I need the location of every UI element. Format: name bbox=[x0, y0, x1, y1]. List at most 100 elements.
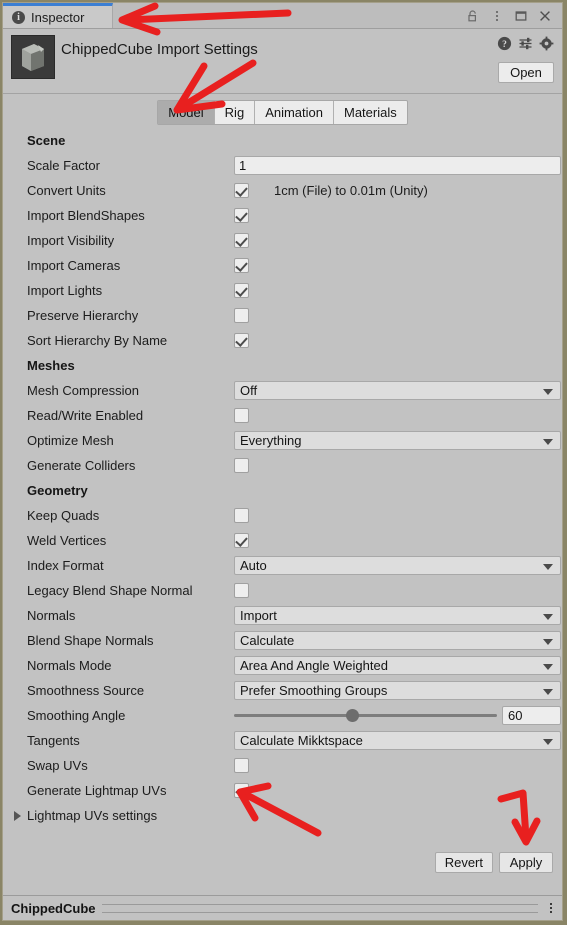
svg-text:?: ? bbox=[502, 40, 507, 50]
label-import-blendshapes: Import BlendShapes bbox=[27, 208, 145, 223]
tab-rig[interactable]: Rig bbox=[214, 100, 256, 124]
property-row: Preserve Hierarchy bbox=[3, 303, 562, 328]
checkbox-weld-vertices[interactable] bbox=[234, 533, 249, 548]
checkbox-legacy-blend-shape-normal[interactable] bbox=[234, 583, 249, 598]
dropdown-normals-mode[interactable]: Area And Angle Weighted bbox=[234, 656, 561, 675]
inspector-tab-label: Inspector bbox=[31, 9, 85, 25]
footer-buttons: Revert Apply bbox=[434, 852, 553, 873]
help-icon[interactable]: ? bbox=[497, 36, 512, 51]
checkbox-import-blendshapes[interactable] bbox=[234, 208, 249, 223]
label-optimize-mesh: Optimize Mesh bbox=[27, 433, 114, 448]
label-mesh-compression: Mesh Compression bbox=[27, 383, 139, 398]
label-import-lights: Import Lights bbox=[27, 283, 103, 298]
slider-track bbox=[234, 709, 497, 722]
checkbox-sort-hierarchy-by-name[interactable] bbox=[234, 333, 249, 348]
property-row: Normals Import bbox=[3, 603, 562, 628]
checkbox-generate-colliders[interactable] bbox=[234, 458, 249, 473]
model-settings-body: Scene Scale Factor 1 Convert Units 1cm (File… bbox=[3, 128, 562, 895]
property-row: Optimize Mesh Everything bbox=[3, 428, 562, 453]
asset-header: ChippedCube Import Settings ? Open bbox=[3, 29, 562, 94]
checkbox-preserve-hierarchy[interactable] bbox=[234, 308, 249, 323]
window-titlebar: i Inspector bbox=[3, 3, 562, 29]
dropdown-tangents[interactable]: Calculate Mikktspace bbox=[234, 731, 561, 750]
apply-button[interactable]: Apply bbox=[499, 852, 553, 873]
property-row: Normals Mode Area And Angle Weighted bbox=[3, 653, 562, 678]
section-heading-meshes: Meshes bbox=[27, 358, 75, 373]
dropdown-value: Everything bbox=[240, 433, 302, 448]
dropdown-index-format[interactable]: Auto bbox=[234, 556, 561, 575]
checkbox-generate-lightmap-uvs[interactable] bbox=[234, 783, 249, 798]
property-row: Read/Write Enabled bbox=[3, 403, 562, 428]
property-row: Blend Shape Normals Calculate bbox=[3, 628, 562, 653]
close-icon[interactable] bbox=[534, 5, 555, 26]
dropdown-value: Area And Angle Weighted bbox=[240, 658, 388, 673]
slider-knob[interactable] bbox=[345, 709, 359, 722]
checkbox-read-write-enabled[interactable] bbox=[234, 408, 249, 423]
slider-smoothing-angle[interactable] bbox=[234, 706, 497, 725]
maximize-icon[interactable] bbox=[510, 5, 531, 26]
inspector-tab[interactable]: i Inspector bbox=[3, 3, 113, 28]
checkbox-keep-quads[interactable] bbox=[234, 508, 249, 523]
property-row: Smoothness Source Prefer Smoothing Groups bbox=[3, 678, 562, 703]
dropdown-value: Auto bbox=[240, 558, 267, 573]
checkbox-import-visibility[interactable] bbox=[234, 233, 249, 248]
dropdown-normals[interactable]: Import bbox=[234, 606, 561, 625]
chevron-right-icon bbox=[14, 810, 21, 821]
label-scale-factor: Scale Factor bbox=[27, 158, 100, 173]
label-legacy-blend-shape-normal: Legacy Blend Shape Normal bbox=[27, 583, 193, 598]
checkbox-import-cameras[interactable] bbox=[234, 258, 249, 273]
input-smoothing-angle-value[interactable]: 60 bbox=[502, 706, 561, 725]
property-row: Import BlendShapes bbox=[3, 203, 562, 228]
info-icon: i bbox=[12, 10, 25, 24]
gear-icon[interactable] bbox=[539, 36, 554, 51]
open-button[interactable]: Open bbox=[498, 62, 554, 83]
status-asset-name: ChippedCube bbox=[11, 900, 96, 916]
tab-model[interactable]: Model bbox=[158, 100, 215, 124]
checkbox-convert-units[interactable] bbox=[234, 183, 249, 198]
property-row: Import Visibility bbox=[3, 228, 562, 253]
checkbox-import-lights[interactable] bbox=[234, 283, 249, 298]
label-weld-vertices: Weld Vertices bbox=[27, 533, 107, 548]
dropdown-value: Calculate bbox=[240, 633, 295, 648]
property-row: Smoothing Angle 60 bbox=[3, 703, 562, 728]
label-sort-hierarchy-by-name: Sort Hierarchy By Name bbox=[27, 333, 168, 348]
import-settings-tabstrip: Model Rig Animation Materials bbox=[3, 94, 562, 128]
property-row: Generate Lightmap UVs bbox=[3, 778, 562, 803]
input-scale-factor[interactable]: 1 bbox=[234, 156, 561, 175]
label-smoothing-angle: Smoothing Angle bbox=[27, 708, 126, 723]
lock-icon[interactable] bbox=[462, 5, 483, 26]
label-generate-lightmap-uvs: Generate Lightmap UVs bbox=[27, 783, 167, 798]
chipped-cube-thumbnail[interactable] bbox=[11, 35, 55, 79]
property-row: Weld Vertices bbox=[3, 528, 562, 553]
preset-icon[interactable] bbox=[518, 36, 533, 51]
property-row: Keep Quads bbox=[3, 503, 562, 528]
section-heading-geometry: Geometry bbox=[27, 483, 88, 498]
label-preserve-hierarchy: Preserve Hierarchy bbox=[27, 308, 139, 323]
label-import-cameras: Import Cameras bbox=[27, 258, 121, 273]
property-row: Mesh Compression Off bbox=[3, 378, 562, 403]
tab-materials[interactable]: Materials bbox=[334, 100, 407, 124]
dropdown-mesh-compression[interactable]: Off bbox=[234, 381, 561, 400]
dropdown-value: Prefer Smoothing Groups bbox=[240, 683, 388, 698]
label-read-write-enabled: Read/Write Enabled bbox=[27, 408, 144, 423]
property-row: Swap UVs bbox=[3, 753, 562, 778]
label-index-format: Index Format bbox=[27, 558, 104, 573]
kebab-menu-icon[interactable] bbox=[486, 5, 507, 26]
foldout-label: Lightmap UVs settings bbox=[27, 808, 158, 823]
dropdown-optimize-mesh[interactable]: Everything bbox=[234, 431, 561, 450]
dropdown-value: Import bbox=[240, 608, 277, 623]
property-row: Legacy Blend Shape Normal bbox=[3, 578, 562, 603]
foldout-lightmap-uvs-settings[interactable]: Lightmap UVs settings bbox=[3, 803, 562, 828]
titlebar-spacer bbox=[113, 3, 462, 28]
label-tangents: Tangents bbox=[27, 733, 80, 748]
dropdown-blend-shape-normals[interactable]: Calculate bbox=[234, 631, 561, 650]
property-row: Import Cameras bbox=[3, 253, 562, 278]
status-divider bbox=[101, 903, 538, 913]
dropdown-smoothness-source[interactable]: Prefer Smoothing Groups bbox=[234, 681, 561, 700]
status-kebab-icon[interactable] bbox=[544, 899, 558, 917]
checkbox-swap-uvs[interactable] bbox=[234, 758, 249, 773]
titlebar-controls bbox=[462, 3, 562, 28]
revert-button[interactable]: Revert bbox=[434, 852, 493, 873]
tab-animation[interactable]: Animation bbox=[255, 100, 334, 124]
label-import-visibility: Import Visibility bbox=[27, 233, 115, 248]
